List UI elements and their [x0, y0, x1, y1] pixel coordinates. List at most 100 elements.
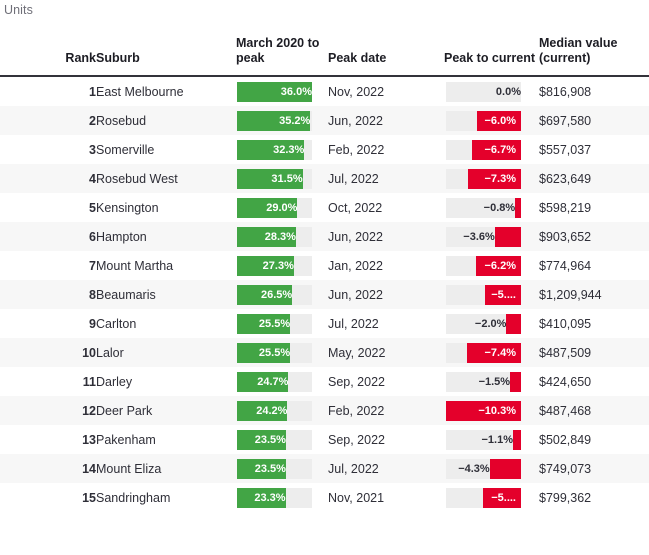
peak-bar-label: 35.2%: [279, 114, 311, 127]
cell-suburb: Somerville: [96, 142, 155, 157]
peak-bar-label: 29.0%: [266, 201, 298, 214]
cell-peak-to-current: −6.0%: [444, 106, 539, 135]
cell-peak-to-current: −1.1%: [444, 425, 539, 454]
table-row[interactable]: 10 Lalor 25.5% May, 2022 −7.4% $487,509: [0, 338, 649, 367]
units-label: Units: [4, 3, 33, 17]
ptc-bar-label: −5....: [491, 491, 516, 504]
cell-march-2020-to-peak: 27.3%: [236, 251, 328, 280]
cell-median-value: $903,652: [539, 229, 592, 244]
cell-rank: 13: [82, 432, 96, 447]
cell-march-2020-to-peak: 36.0%: [236, 76, 328, 106]
cell-peak-date: Feb, 2022: [328, 403, 385, 418]
table-row[interactable]: 11 Darley 24.7% Sep, 2022 −1.5% $424,650: [0, 367, 649, 396]
cell-peak-to-current: −6.7%: [444, 135, 539, 164]
cell-peak-to-current: −5....: [444, 483, 539, 512]
cell-peak-date: Feb, 2022: [328, 142, 385, 157]
column-header-peak-to-current[interactable]: Peak to current: [444, 36, 539, 77]
cell-peak-date: Nov, 2021: [328, 490, 385, 505]
cell-march-2020-to-peak: 26.5%: [236, 280, 328, 309]
ptc-bar-track: −6.7%: [446, 139, 521, 160]
table-row[interactable]: 14 Mount Eliza 23.5% Jul, 2022 −4.3% $749,073: [0, 454, 649, 483]
ptc-bar-label: −0.8%: [483, 201, 516, 214]
cell-peak-date: Nov, 2022: [328, 84, 385, 99]
cell-march-2020-to-peak: 28.3%: [236, 222, 328, 251]
table-row[interactable]: 6 Hampton 28.3% Jun, 2022 −3.6% $903,652: [0, 222, 649, 251]
ptc-bar-track: −7.3%: [446, 168, 521, 189]
peak-bar-track: 23.5%: [237, 458, 312, 479]
table-row[interactable]: 5 Kensington 29.0% Oct, 2022 −0.8% $598,219: [0, 193, 649, 222]
cell-peak-date: Jan, 2022: [328, 258, 383, 273]
ptc-bar-label: −1.5%: [478, 375, 511, 388]
table-row[interactable]: 13 Pakenham 23.5% Sep, 2022 −1.1% $502,849: [0, 425, 649, 454]
table-row[interactable]: 15 Sandringham 23.3% Nov, 2021 −5.... $799,36…: [0, 483, 649, 512]
column-header-peak-date[interactable]: Peak date: [328, 36, 444, 77]
peak-bar-track: 32.3%: [237, 139, 312, 160]
peak-bar-label: 26.5%: [261, 288, 293, 301]
cell-march-2020-to-peak: 23.5%: [236, 425, 328, 454]
cell-march-2020-to-peak: 25.5%: [236, 309, 328, 338]
peak-bar-label: 23.3%: [254, 491, 286, 504]
cell-march-2020-to-peak: 29.0%: [236, 193, 328, 222]
ptc-bar-label: −6.7%: [484, 143, 517, 156]
cell-peak-date: Jul, 2022: [328, 316, 379, 331]
cell-median-value: $697,580: [539, 113, 592, 128]
column-header-march-2020-to-peak[interactable]: March 2020 to peak: [236, 36, 328, 77]
peak-bar-label: 25.5%: [258, 346, 291, 359]
cell-peak-to-current: −2.0%: [444, 309, 539, 338]
cell-march-2020-to-peak: 35.2%: [236, 106, 328, 135]
cell-suburb: Pakenham: [96, 432, 156, 447]
ptc-bar-label: −5....: [491, 288, 516, 301]
cell-rank: 10: [82, 345, 96, 360]
cell-median-value: $502,849: [539, 432, 592, 447]
cell-median-value: $1,209,944: [539, 287, 602, 302]
cell-peak-date: Jun, 2022: [328, 229, 383, 244]
cell-rank: 8: [89, 287, 96, 302]
table-row[interactable]: 3 Somerville 32.3% Feb, 2022 −6.7% $557,037: [0, 135, 649, 164]
peak-bar-label: 36.0%: [280, 85, 312, 98]
cell-peak-to-current: −1.5%: [444, 367, 539, 396]
table-row[interactable]: 9 Carlton 25.5% Jul, 2022 −2.0% $410,095: [0, 309, 649, 338]
table-row[interactable]: 7 Mount Martha 27.3% Jan, 2022 −6.2% $774,964: [0, 251, 649, 280]
cell-median-value: $774,964: [539, 258, 592, 273]
ptc-bar-label: −1.1%: [481, 433, 513, 446]
ptc-bar-track: −6.0%: [446, 110, 521, 131]
ptc-bar-label: −6.2%: [484, 259, 517, 272]
cell-peak-date: Jul, 2022: [328, 461, 379, 476]
table-row[interactable]: 8 Beaumaris 26.5% Jun, 2022 −5.... $1,209,944: [0, 280, 649, 309]
column-header-median-value[interactable]: Median value (current): [539, 36, 649, 77]
cell-rank: 3: [89, 142, 96, 157]
cell-march-2020-to-peak: 23.3%: [236, 483, 328, 512]
peak-bar-track: 28.3%: [237, 226, 312, 247]
peak-bar-track: 36.0%: [237, 81, 312, 102]
cell-suburb: Darley: [96, 374, 133, 389]
peak-bar-label: 24.7%: [257, 375, 289, 388]
peak-bar-label: 31.5%: [271, 172, 303, 185]
ptc-bar-label: −2.0%: [474, 317, 507, 330]
peak-bar-label: 27.3%: [262, 259, 294, 272]
cell-peak-date: Sep, 2022: [328, 374, 385, 389]
cell-suburb: Rosebud: [96, 113, 147, 128]
cell-peak-date: Oct, 2022: [328, 200, 383, 215]
cell-peak-to-current: −7.4%: [444, 338, 539, 367]
ptc-bar-label: −6.0%: [484, 114, 517, 127]
cell-rank: 9: [89, 316, 96, 331]
table-row[interactable]: 1 East Melbourne 36.0% Nov, 2022 0.0% $816,90…: [0, 76, 649, 106]
column-header-suburb[interactable]: Suburb: [96, 36, 236, 77]
suburb-ranking-table: Rank Suburb March 2020 to peak Peak date…: [0, 36, 649, 512]
table-row[interactable]: 2 Rosebud 35.2% Jun, 2022 −6.0% $697,580: [0, 106, 649, 135]
table-row[interactable]: 12 Deer Park 24.2% Feb, 2022 −10.3% $487,468: [0, 396, 649, 425]
cell-median-value: $557,037: [539, 142, 592, 157]
column-header-rank[interactable]: Rank: [0, 36, 96, 77]
table-row[interactable]: 4 Rosebud West 31.5% Jul, 2022 −7.3% $623,649: [0, 164, 649, 193]
table-header: Rank Suburb March 2020 to peak Peak date…: [0, 36, 649, 77]
cell-rank: 4: [89, 171, 96, 186]
peak-bar-track: 31.5%: [237, 168, 312, 189]
cell-rank: 1: [89, 84, 96, 99]
cell-suburb: Sandringham: [96, 490, 171, 505]
cell-suburb: Hampton: [96, 229, 147, 244]
cell-median-value: $816,908: [539, 84, 592, 99]
cell-median-value: $623,649: [539, 171, 592, 186]
cell-rank: 6: [89, 229, 96, 244]
peak-bar-track: 24.7%: [237, 371, 312, 392]
cell-rank: 7: [89, 258, 96, 273]
